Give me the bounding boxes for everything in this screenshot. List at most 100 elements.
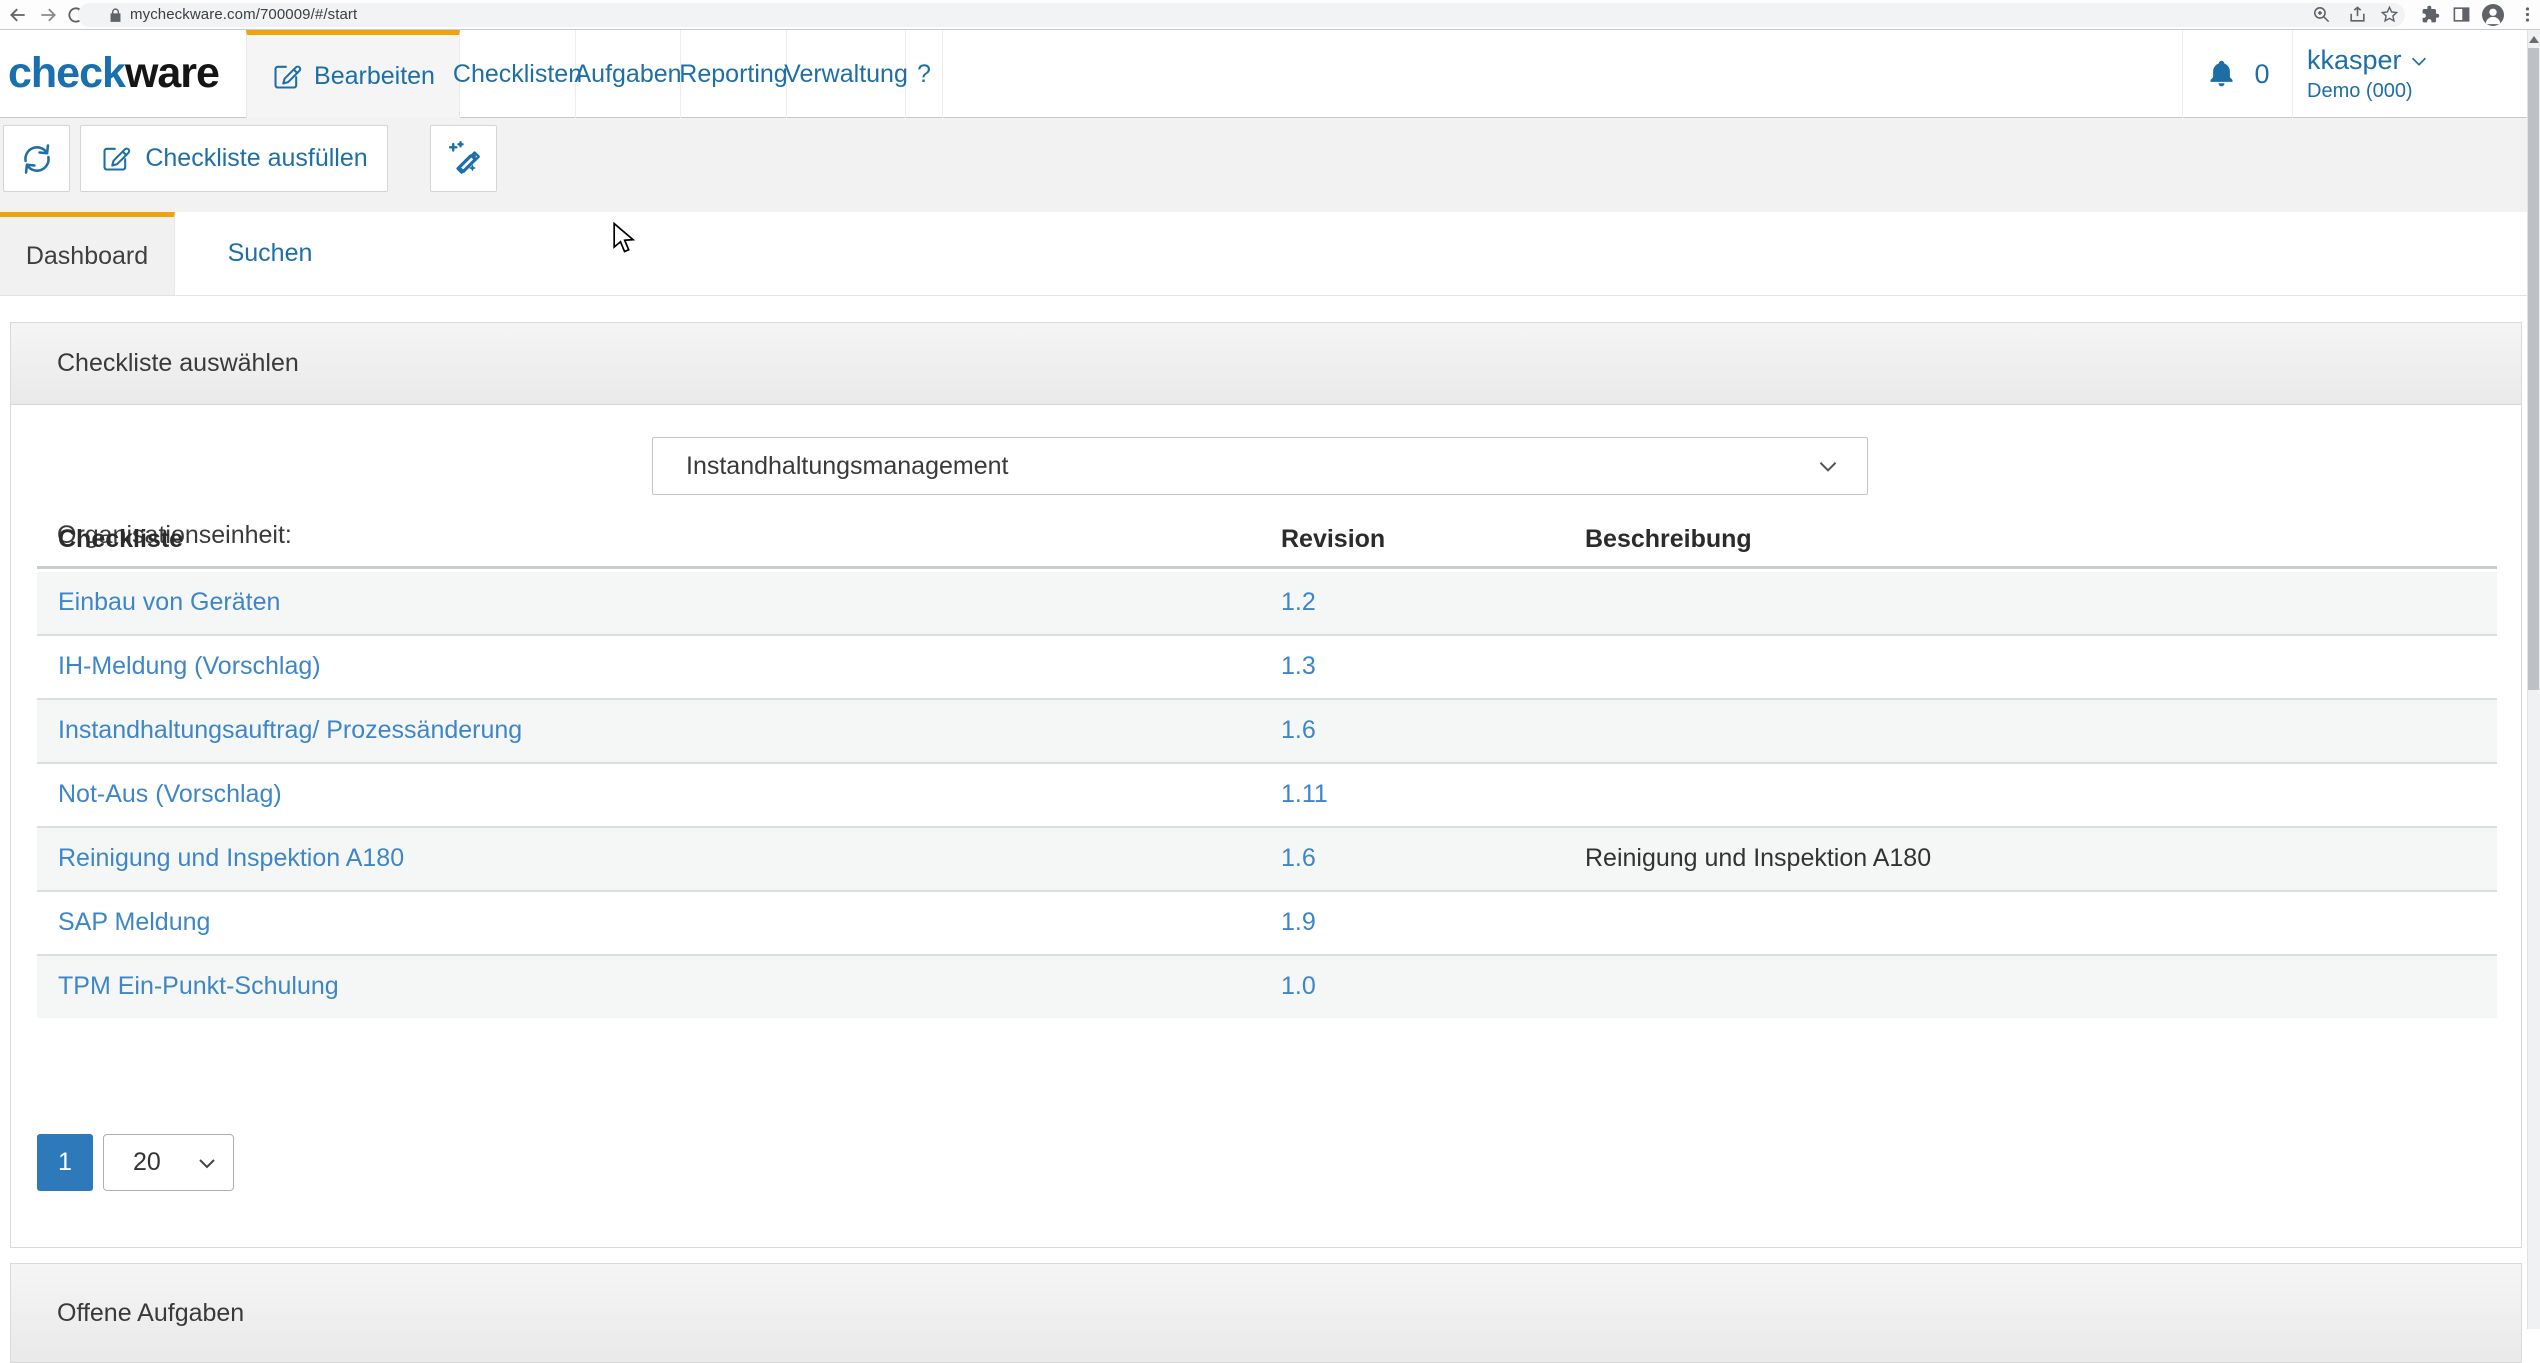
page-size-select[interactable]: 20 bbox=[103, 1134, 234, 1191]
table-row: Not-Aus (Vorschlag) 1.11 bbox=[37, 762, 2497, 826]
scrollbar-thumb[interactable] bbox=[2528, 48, 2539, 690]
tab-label: Suchen bbox=[228, 239, 313, 268]
button-label: Checkliste ausfüllen bbox=[145, 144, 367, 173]
panel-title: Checkliste auswählen bbox=[11, 323, 2521, 405]
revision-cell: 1.6 bbox=[1281, 828, 1585, 890]
org-unit-select[interactable]: Instandhaltungsmanagement bbox=[652, 437, 1868, 495]
tab-suchen[interactable]: Suchen bbox=[175, 212, 365, 295]
nav-item-bearbeiten[interactable]: Bearbeiten bbox=[246, 30, 460, 118]
page-number: 1 bbox=[58, 1148, 72, 1177]
revision-cell: 1.0 bbox=[1281, 956, 1585, 1018]
nav-item-help[interactable]: ? bbox=[906, 30, 943, 118]
edit-icon bbox=[100, 143, 131, 174]
description-cell bbox=[1585, 572, 2497, 634]
logo-check: check bbox=[8, 49, 125, 97]
checklist-link[interactable]: Reinigung und Inspektion A180 bbox=[58, 844, 404, 872]
panel-title-text: Offene Aufgaben bbox=[57, 1299, 244, 1328]
table-row: IH-Meldung (Vorschlag) 1.3 bbox=[37, 634, 2497, 698]
mouse-cursor bbox=[612, 222, 638, 256]
checklist-link[interactable]: TPM Ein-Punkt-Schulung bbox=[58, 972, 339, 1000]
notifications-button[interactable]: 0 bbox=[2182, 30, 2293, 118]
view-tabbar: Dashboard Suchen bbox=[0, 212, 2540, 296]
scrollbar-up-arrow[interactable] bbox=[2529, 36, 2539, 43]
checkware-logo[interactable]: checkware bbox=[8, 30, 219, 118]
checklist-link[interactable]: Instandhaltungsauftrag/ Prozessänderung bbox=[58, 716, 522, 744]
nav-label: Reporting bbox=[679, 60, 787, 89]
table-row: SAP Meldung 1.9 bbox=[37, 890, 2497, 954]
revision-cell: 1.6 bbox=[1281, 700, 1585, 762]
logo-ware: ware bbox=[125, 49, 219, 97]
refresh-icon bbox=[18, 140, 56, 178]
checklist-link[interactable]: SAP Meldung bbox=[58, 908, 210, 936]
browser-toolbar: mycheckware.com/700009/#/start bbox=[0, 0, 2540, 30]
refresh-button[interactable] bbox=[3, 125, 70, 192]
app-header: checkware Bearbeiten Checklisten Aufgabe… bbox=[0, 30, 2540, 118]
page-size-value: 20 bbox=[133, 1148, 161, 1177]
nav-label: Checklisten bbox=[453, 60, 582, 89]
edit-icon bbox=[271, 61, 302, 92]
offene-aufgaben-panel: Offene Aufgaben bbox=[10, 1263, 2522, 1363]
checklist-link[interactable]: Einbau von Geräten bbox=[58, 588, 280, 616]
magic-wand-icon bbox=[445, 140, 483, 178]
extensions-puzzle-icon[interactable] bbox=[2421, 5, 2441, 25]
browser-back-icon[interactable] bbox=[8, 5, 28, 25]
column-header-revision: Revision bbox=[1281, 525, 1585, 566]
side-panel-icon[interactable] bbox=[2452, 5, 2472, 25]
lock-icon bbox=[107, 7, 124, 24]
user-organization: Demo (000) bbox=[2307, 80, 2430, 103]
table-header-row: Checkliste Revision Beschreibung bbox=[37, 525, 2497, 569]
panel-title: Offene Aufgaben bbox=[11, 1264, 2521, 1363]
tab-dashboard[interactable]: Dashboard bbox=[0, 212, 175, 295]
browser-address-bar[interactable] bbox=[78, 3, 2405, 27]
notification-count: 0 bbox=[2254, 59, 2269, 90]
tab-label: Dashboard bbox=[26, 242, 148, 271]
org-unit-value: Instandhaltungsmanagement bbox=[686, 452, 1008, 481]
table-row: Instandhaltungsauftrag/ Prozessänderung … bbox=[37, 698, 2497, 762]
revision-cell: 1.11 bbox=[1281, 764, 1585, 826]
checklist-link[interactable]: IH-Meldung (Vorschlag) bbox=[58, 652, 321, 680]
nav-label: Verwaltung bbox=[784, 60, 908, 89]
nav-item-reporting[interactable]: Reporting bbox=[681, 30, 787, 118]
nav-item-aufgaben[interactable]: Aufgaben bbox=[576, 30, 681, 118]
description-cell: Reinigung und Inspektion A180 bbox=[1585, 828, 2497, 890]
browser-forward-icon[interactable] bbox=[38, 5, 58, 25]
share-icon[interactable] bbox=[2348, 5, 2368, 25]
column-header-checkliste: Checkliste bbox=[37, 525, 1281, 566]
column-header-beschreibung: Beschreibung bbox=[1585, 525, 2497, 566]
chevron-down-icon bbox=[2408, 50, 2430, 72]
table-row: Reinigung und Inspektion A180 1.6 Reinig… bbox=[37, 826, 2497, 890]
zoom-magnifier-icon[interactable] bbox=[2312, 5, 2332, 25]
checkliste-ausfuellen-button[interactable]: Checkliste ausfüllen bbox=[80, 125, 388, 192]
chevron-down-icon bbox=[1815, 453, 1841, 479]
table-row: TPM Ein-Punkt-Schulung 1.0 bbox=[37, 954, 2497, 1018]
browser-profile-avatar[interactable] bbox=[2482, 4, 2504, 26]
description-cell bbox=[1585, 700, 2497, 762]
revision-cell: 1.9 bbox=[1281, 892, 1585, 954]
nav-label: Bearbeiten bbox=[314, 62, 435, 91]
bell-icon bbox=[2205, 58, 2238, 91]
revision-cell: 1.3 bbox=[1281, 636, 1585, 698]
panel-title-text: Checkliste auswählen bbox=[57, 349, 299, 378]
revision-cell: 1.2 bbox=[1281, 572, 1585, 634]
panel-body: Organisationseinheit: Instandhaltungsman… bbox=[11, 405, 2521, 1248]
user-name: kkasper bbox=[2307, 45, 2402, 76]
pagination-page-1-button[interactable]: 1 bbox=[37, 1134, 93, 1191]
url-text[interactable]: mycheckware.com/700009/#/start bbox=[130, 6, 357, 23]
user-menu[interactable]: kkasper Demo (000) bbox=[2307, 30, 2430, 118]
checklist-link[interactable]: Not-Aus (Vorschlag) bbox=[58, 780, 282, 808]
chevron-down-icon bbox=[195, 1151, 219, 1175]
description-cell bbox=[1585, 764, 2497, 826]
table-row: Einbau von Geräten 1.2 bbox=[37, 572, 2497, 634]
description-cell bbox=[1585, 636, 2497, 698]
checkliste-auswaehlen-panel: Checkliste auswählen Organisationseinhei… bbox=[10, 322, 2522, 1248]
nav-item-checklisten[interactable]: Checklisten bbox=[460, 30, 576, 118]
action-toolbar: Checkliste ausfüllen bbox=[0, 118, 2540, 212]
browser-menu-icon[interactable] bbox=[2518, 5, 2538, 25]
description-cell bbox=[1585, 892, 2497, 954]
description-cell bbox=[1585, 956, 2497, 1018]
bookmark-star-icon[interactable] bbox=[2380, 5, 2400, 25]
wizard-button[interactable] bbox=[430, 125, 497, 192]
nav-label: Aufgaben bbox=[574, 60, 681, 89]
nav-item-verwaltung[interactable]: Verwaltung bbox=[787, 30, 906, 118]
nav-label: ? bbox=[917, 60, 931, 89]
